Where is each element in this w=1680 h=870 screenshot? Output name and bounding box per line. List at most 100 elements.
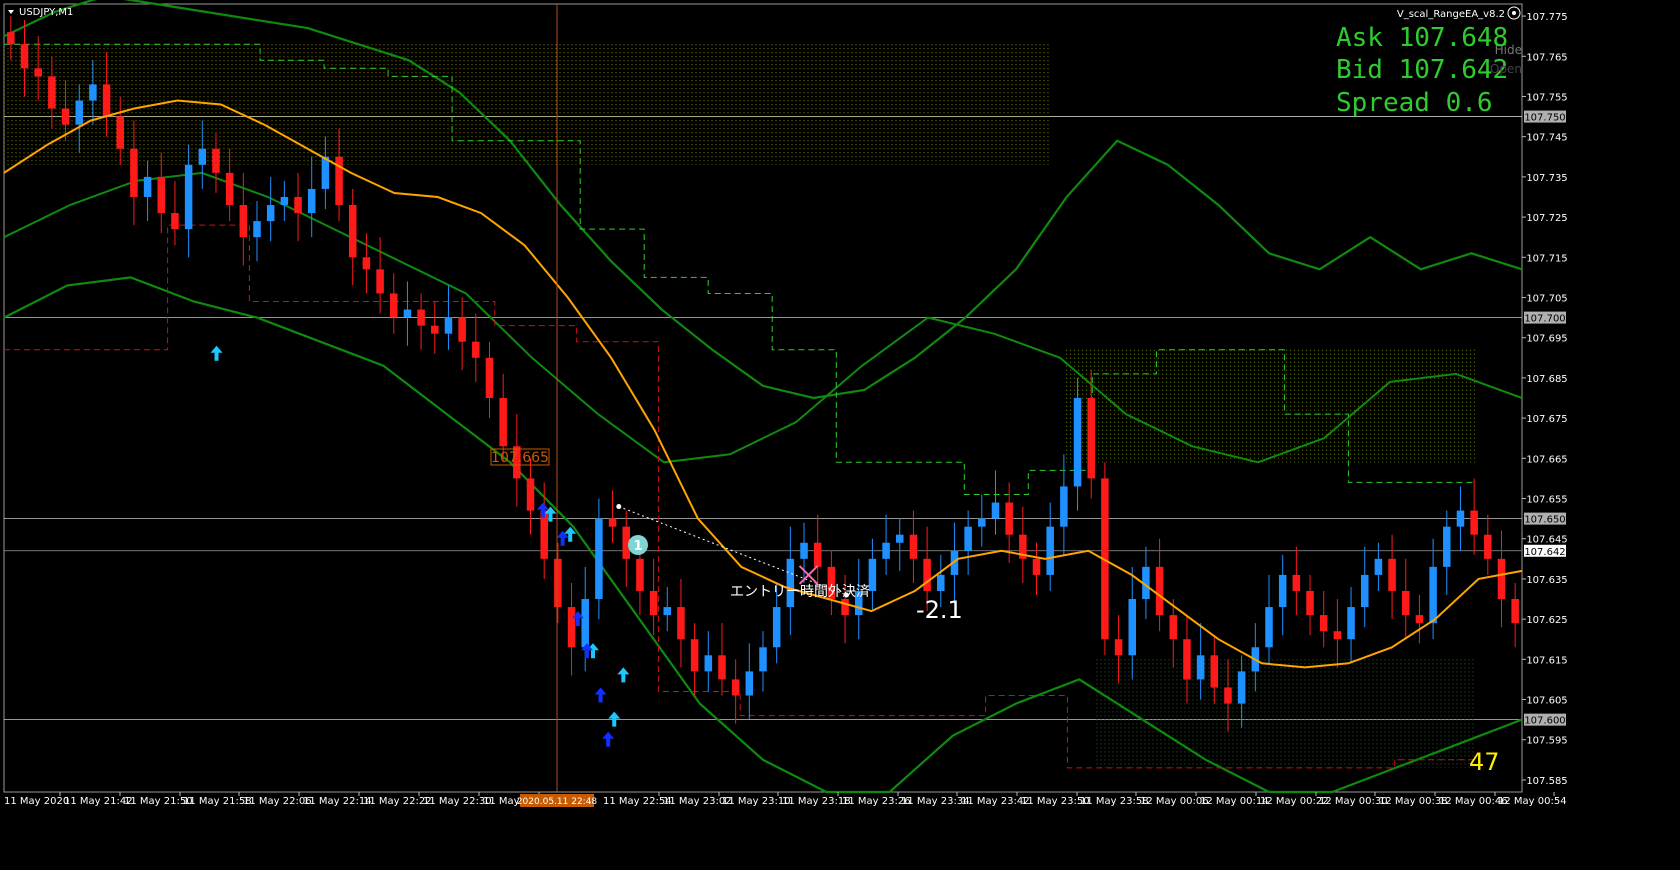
time-tick-label: 11 May 23:34 <box>901 796 970 807</box>
candle <box>280 180 289 222</box>
price-axis-highlight-label: 107.650 <box>1524 515 1565 526</box>
candle-body <box>389 293 398 318</box>
price-tick-label: 107.685 <box>1526 374 1567 385</box>
candle <box>1429 538 1437 640</box>
candlesticks <box>7 16 1519 732</box>
candle <box>7 16 15 61</box>
candle-body <box>1484 534 1492 559</box>
candle <box>1292 546 1301 616</box>
candle <box>745 643 754 720</box>
candle-body <box>499 398 507 447</box>
candle <box>1169 599 1178 668</box>
candle-body <box>1511 599 1519 624</box>
candle-body <box>348 205 357 258</box>
candle <box>1196 623 1205 700</box>
bid-price: Bid 107.642 <box>1336 55 1508 85</box>
range-box <box>1096 659 1474 768</box>
candle <box>1443 510 1451 595</box>
price-tick-label: 107.595 <box>1526 736 1567 747</box>
chevron-down-icon[interactable] <box>8 10 14 14</box>
candle <box>1333 599 1342 668</box>
candle <box>348 188 357 286</box>
price-axis[interactable]: 107.750 107.700 107.650 107.642 107.600 107.7… <box>1522 12 1568 787</box>
candle <box>1224 659 1232 732</box>
candle-body <box>225 172 234 206</box>
price-tick-label: 107.765 <box>1526 52 1567 63</box>
candle <box>307 156 316 238</box>
candle <box>1265 574 1273 664</box>
hide-button[interactable]: Hide <box>1495 43 1522 57</box>
candle-body <box>1429 566 1437 624</box>
time-tick-label: 12 May 00:54 <box>1498 796 1567 807</box>
candle <box>225 148 234 222</box>
symbol-title[interactable]: USDJPY,M1 <box>8 7 73 18</box>
price-label: 107.665 <box>491 450 549 466</box>
candle <box>595 498 603 620</box>
time-tick-label: 11 May 21:58 <box>183 796 252 807</box>
candle-body <box>116 116 125 149</box>
candle-body <box>61 108 70 125</box>
range-box <box>1066 349 1476 463</box>
candle-body <box>130 148 138 197</box>
price-tick-label: 107.615 <box>1526 655 1567 666</box>
candle-body <box>526 478 535 511</box>
candle-body <box>48 76 56 109</box>
candle <box>171 180 179 246</box>
candle-body <box>677 607 685 640</box>
candle <box>1497 530 1506 628</box>
candle <box>731 659 740 724</box>
counter-value: 47 <box>1469 748 1500 776</box>
candle-body <box>239 205 248 238</box>
candle-body <box>595 518 603 600</box>
time-axis[interactable]: 11 May 202011 May 21:4211 May 21:5011 Ma… <box>4 792 1567 807</box>
candle <box>1019 506 1027 583</box>
candle-body <box>581 599 589 648</box>
candle <box>1060 454 1068 555</box>
candle-body <box>923 558 931 591</box>
symbol-title-text: USDJPY,M1 <box>19 7 73 18</box>
candle <box>909 510 918 583</box>
candle-body <box>759 647 767 672</box>
price-chart[interactable]: 107.750 107.700 107.650 107.642 107.600 107.7… <box>0 0 1680 870</box>
candle <box>116 96 125 165</box>
candle <box>1306 574 1314 636</box>
time-tick-label: 11 May 23:10 <box>722 796 791 807</box>
price-tick-label: 107.745 <box>1526 133 1567 144</box>
time-tick-label: 12 May 00:30 <box>1319 796 1388 807</box>
candle-body <box>1401 590 1410 616</box>
entry-marker <box>616 504 622 510</box>
price-tick-label: 107.625 <box>1526 615 1567 626</box>
candle-body <box>1388 558 1396 591</box>
price-tick-label: 107.665 <box>1526 454 1567 465</box>
candle-body <box>1114 639 1123 656</box>
candle-body <box>1470 510 1478 535</box>
candle <box>1415 595 1424 644</box>
candle-body <box>458 317 466 342</box>
candle <box>20 20 29 97</box>
price-tick-label: 107.735 <box>1526 173 1567 184</box>
candle-body <box>1333 631 1342 640</box>
candle <box>1484 514 1492 575</box>
candle-body <box>704 655 713 672</box>
candle-body <box>307 188 316 214</box>
candle-body <box>1443 526 1451 567</box>
arrow-up-icon <box>617 667 630 683</box>
candle-body <box>89 84 97 101</box>
candle-body <box>540 510 548 559</box>
candle <box>704 631 713 692</box>
candle <box>868 538 877 612</box>
candle-body <box>636 558 644 591</box>
candle-body <box>485 357 494 398</box>
candle <box>335 128 343 222</box>
price-tick-label: 107.635 <box>1526 575 1567 586</box>
ea-settings-icon[interactable] <box>1507 6 1521 20</box>
ea-name: V_scal_RangeEA_v8.2 <box>1397 9 1505 20</box>
candle-body <box>143 176 152 197</box>
open-button[interactable]: Open <box>1490 62 1522 76</box>
candle-body <box>1032 558 1041 575</box>
candle <box>34 36 42 101</box>
candle-body <box>431 325 439 334</box>
chart-window[interactable]: 107.750 107.700 107.650 107.642 107.600 107.7… <box>0 0 1680 870</box>
price-tick-label: 107.715 <box>1526 253 1567 264</box>
candle-body <box>184 164 193 230</box>
